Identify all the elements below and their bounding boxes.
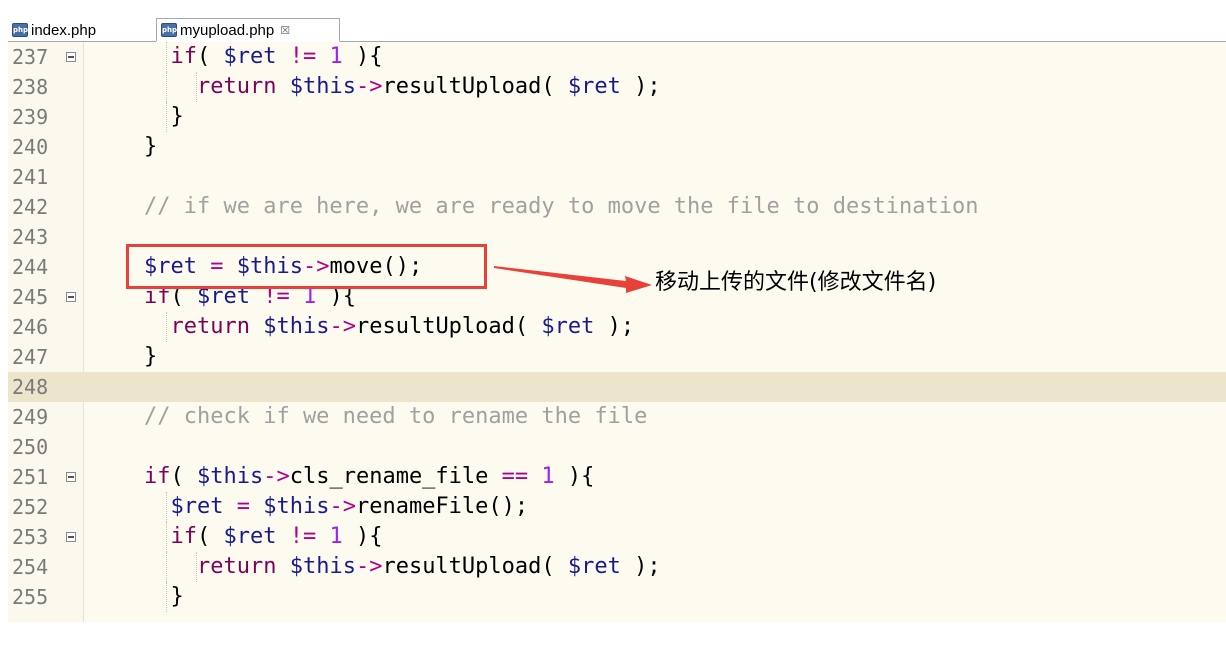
fold-collapse-icon[interactable] (66, 292, 76, 302)
editor-tab-bar: php index.php php myupload.php ☒ (8, 18, 1226, 42)
code-text: } (144, 584, 184, 609)
line-number: 239 (12, 105, 49, 129)
line-number: 255 (12, 585, 49, 609)
fold-collapse-icon[interactable] (66, 472, 76, 482)
line-number: 241 (12, 165, 49, 189)
line-number: 238 (12, 75, 49, 99)
tab-index-php[interactable]: php index.php (8, 18, 148, 42)
code-text: return $this->resultUpload( $ret ); (196, 74, 661, 99)
line-number: 250 (12, 435, 49, 459)
close-tab-icon[interactable]: ☒ (280, 24, 290, 37)
code-line[interactable]: 240} (8, 132, 1226, 162)
code-line[interactable]: 252 $ret = $this->renameFile(); (8, 492, 1226, 522)
code-editor[interactable]: 237 if( $ret != 1 ){238 return $this->re… (8, 42, 1226, 622)
php-file-icon: php (12, 23, 28, 37)
code-line[interactable]: 242 // if we are here, we are ready to mo… (8, 192, 1226, 222)
line-number: 240 (12, 135, 49, 159)
code-text: if( $ret != 1 ){ (170, 524, 383, 549)
code-line[interactable]: 255 } (8, 582, 1226, 612)
line-number: 249 (12, 405, 49, 429)
code-text: } (144, 134, 158, 159)
line-number: 253 (12, 525, 49, 549)
code-text: // check if we need to rename the file (144, 404, 648, 429)
code-line[interactable]: 241 (8, 162, 1226, 192)
code-line[interactable]: 239 } (8, 102, 1226, 132)
code-text: $ret = $this->renameFile(); (170, 494, 529, 519)
code-text: return $this->resultUpload( $ret ); (170, 314, 635, 339)
code-line[interactable]: 247} (8, 342, 1226, 372)
code-line[interactable]: 250 (8, 432, 1226, 462)
tab-myupload-php[interactable]: php myupload.php ☒ (156, 18, 340, 42)
line-number: 252 (12, 495, 49, 519)
fold-collapse-icon[interactable] (66, 52, 76, 62)
code-text: return $this->resultUpload( $ret ); (196, 554, 661, 579)
line-number: 251 (12, 465, 49, 489)
annotation-highlight-box (126, 244, 487, 289)
line-number: 242 (12, 195, 49, 219)
code-line[interactable]: 251 if( $this->cls_rename_file == 1 ){ (8, 462, 1226, 492)
code-line[interactable]: 238 return $this->resultUpload( $ret ); (8, 72, 1226, 102)
code-text: if( $this->cls_rename_file == 1 ){ (144, 464, 595, 489)
annotation-text: 移动上传的文件(修改文件名) (655, 270, 937, 295)
code-line[interactable]: 249 // check if we need to rename the fil… (8, 402, 1226, 432)
code-line[interactable]: 254 return $this->resultUpload( $ret ); (8, 552, 1226, 582)
tab-label: index.php (31, 21, 97, 39)
line-number: 247 (12, 345, 49, 369)
code-line[interactable]: 253 if( $ret != 1 ){ (8, 522, 1226, 552)
code-text: } (144, 344, 158, 369)
code-text: } (144, 104, 184, 129)
code-line[interactable]: 246 return $this->resultUpload( $ret ); (8, 312, 1226, 342)
fold-collapse-icon[interactable] (66, 532, 76, 542)
line-number: 248 (12, 375, 49, 399)
line-number: 245 (12, 285, 49, 309)
line-number: 243 (12, 225, 49, 249)
php-file-icon: php (161, 23, 177, 37)
line-number: 246 (12, 315, 49, 339)
line-number: 254 (12, 555, 49, 579)
tab-label: myupload.php (180, 21, 275, 39)
code-line[interactable]: 237 if( $ret != 1 ){ (8, 42, 1226, 72)
line-number: 237 (12, 45, 49, 69)
code-text: if( $ret != 1 ){ (170, 44, 383, 69)
code-text: // if we are here, we are ready to move … (144, 194, 979, 219)
line-number: 244 (12, 255, 49, 279)
code-line[interactable]: 248 (8, 372, 1226, 402)
